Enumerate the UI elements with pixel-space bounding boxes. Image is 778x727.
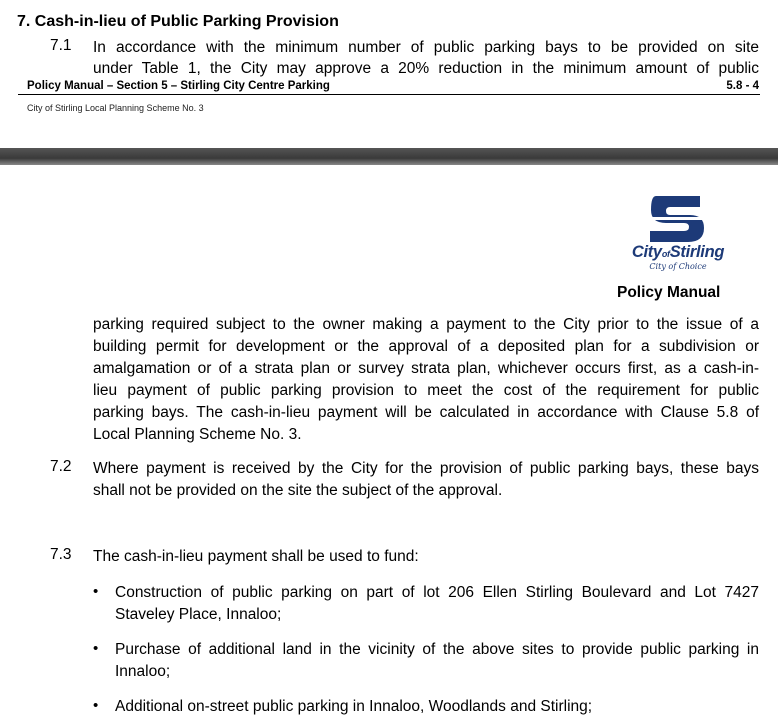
clause-text-line: In accordance with the minimum number of… [93, 39, 759, 56]
clause-text-line: amalgamation or of a strata plan or surv… [93, 360, 759, 377]
clause-text-line: The cash-in-lieu payment shall be used t… [93, 548, 419, 565]
section-heading: 7. Cash-in-lieu of Public Parking Provis… [17, 13, 339, 30]
list-item: Construction of public parking on part o… [115, 584, 759, 601]
clause-text-line: building permit for development or the a… [93, 338, 759, 355]
clause-number: 7.2 [50, 458, 72, 475]
clause-number: 7.3 [50, 546, 72, 563]
clause-text-line: lieu payment of public parking provision… [93, 382, 759, 399]
footer-title: Policy Manual – Section 5 – Stirling Cit… [27, 80, 330, 92]
logo-wordmark: CityofStirling [631, 243, 725, 261]
clause-text-line: parking required subject to the owner ma… [93, 316, 759, 333]
list-item: Staveley Place, Innaloo; [115, 606, 282, 623]
footer-divider [18, 94, 760, 95]
list-item: Purchase of additional land in the vicin… [115, 641, 759, 658]
clause-text-line: Where payment is received by the City fo… [93, 460, 759, 477]
footer-page-number: 5.8 - 4 [726, 80, 759, 92]
clause-text-line: parking bays. The cash-in-lieu payment w… [93, 404, 759, 421]
policy-manual-title: Policy Manual [617, 284, 721, 301]
logo-tagline: City of Choice [649, 262, 707, 271]
clause-number: 7.1 [50, 37, 72, 54]
clause-text-line: shall not be provided on the site the su… [93, 482, 503, 499]
bullet-icon: • [93, 697, 99, 714]
footer-scheme-name: City of Stirling Local Planning Scheme N… [27, 103, 204, 113]
clause-text-line: Local Planning Scheme No. 3. [93, 426, 302, 443]
page-separator [0, 148, 778, 165]
clause-text-line: under Table 1, the City may approve a 20… [93, 60, 759, 77]
stirling-s-icon [644, 196, 708, 242]
bullet-icon: • [93, 583, 99, 600]
list-item: Additional on-street public parking in I… [115, 698, 593, 715]
bullet-icon: • [93, 640, 99, 657]
list-item: Innaloo; [115, 663, 171, 680]
